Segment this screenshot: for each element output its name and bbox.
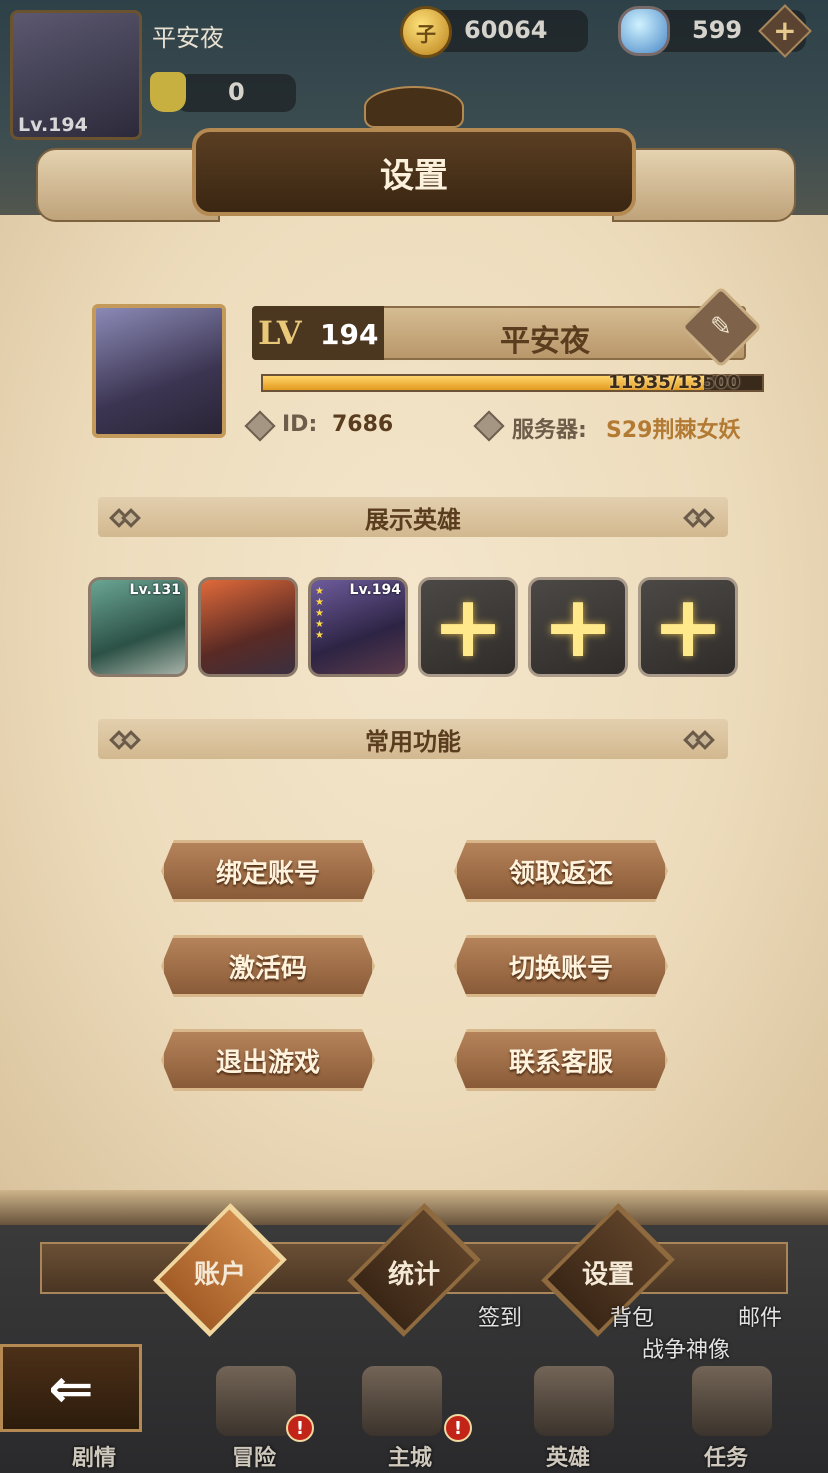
- back-button[interactable]: ⇐: [0, 1344, 142, 1432]
- button-label: 切换账号: [508, 953, 613, 984]
- player-id: 7686: [332, 412, 394, 437]
- tab-stats[interactable]: 统计: [344, 1203, 484, 1337]
- banner-ornament: [364, 86, 464, 128]
- gem-amount: 599: [692, 16, 743, 44]
- scroll-icon[interactable]: [692, 1366, 772, 1436]
- hero-slot-empty-5[interactable]: +: [528, 577, 628, 677]
- alert-icon: !: [286, 1414, 314, 1442]
- gold-coin-icon: 子: [400, 6, 452, 58]
- plus-icon: +: [541, 577, 615, 677]
- back-arrow-icon: ⇐: [48, 1356, 94, 1420]
- nav-heroes[interactable]: 英雄: [546, 1440, 590, 1472]
- nav-story[interactable]: 剧情: [72, 1440, 116, 1472]
- profile-name: 平安夜: [500, 324, 590, 359]
- hero-slot-1[interactable]: Lv.131: [88, 577, 188, 677]
- profile-level: 194: [320, 318, 379, 351]
- ornament-icon: [109, 507, 144, 529]
- hero-slot-2[interactable]: [198, 577, 298, 677]
- hero-level: Lv.131: [129, 582, 181, 598]
- plus-icon: +: [651, 577, 725, 677]
- button-label: 联系客服: [508, 1047, 613, 1078]
- war-statue-label[interactable]: 战争神像: [642, 1332, 730, 1364]
- exit-game-button[interactable]: 退出游戏: [161, 1029, 375, 1091]
- signin-label[interactable]: 签到: [478, 1300, 522, 1332]
- quill-icon: ✎: [710, 311, 732, 342]
- plus-icon: +: [431, 577, 505, 677]
- hero-slot-3[interactable]: ★ ★ ★ ★ ★ Lv.194: [308, 577, 408, 677]
- hero-level: Lv.194: [349, 582, 401, 598]
- tab-label: 统计: [387, 1260, 440, 1290]
- hero-slot-empty-4[interactable]: +: [418, 577, 518, 677]
- crossed-swords-icon[interactable]: [216, 1366, 296, 1436]
- section-header-heroes: 展示英雄: [98, 497, 728, 537]
- helmet-icon[interactable]: [534, 1366, 614, 1436]
- ornament-icon: [683, 729, 718, 751]
- nav-adventure[interactable]: 冒险: [232, 1440, 276, 1472]
- alert-icon: !: [444, 1414, 472, 1442]
- ornament-icon: [109, 729, 144, 751]
- claim-rebate-button[interactable]: 领取返还: [454, 840, 668, 902]
- fist-count: 0: [228, 78, 245, 106]
- player-name: 平安夜: [152, 24, 224, 52]
- activation-code-button[interactable]: 激活码: [161, 935, 375, 997]
- section-header-functions: 常用功能: [98, 719, 728, 759]
- page-title-plate: 设置: [192, 128, 636, 216]
- server-label: 服务器:: [512, 418, 587, 443]
- tab-account[interactable]: 账户: [150, 1203, 290, 1337]
- button-label: 激活码: [228, 953, 307, 984]
- switch-account-button[interactable]: 切换账号: [454, 935, 668, 997]
- section-title-functions: 常用功能: [365, 727, 461, 756]
- lv-label: LV: [258, 314, 302, 352]
- star-rating-icon: ★ ★ ★ ★ ★: [315, 586, 324, 641]
- page-title: 设置: [380, 155, 448, 196]
- tab-label: 设置: [581, 1260, 634, 1290]
- gem-icon: [618, 6, 670, 56]
- nav-main-city[interactable]: 主城: [388, 1440, 432, 1472]
- button-label: 绑定账号: [215, 858, 320, 889]
- player-level: Lv.194: [18, 114, 88, 136]
- nav-tasks[interactable]: 任务: [704, 1440, 748, 1472]
- tab-settings[interactable]: 设置: [538, 1203, 678, 1337]
- tab-label: 账户: [193, 1260, 246, 1290]
- bind-account-button[interactable]: 绑定账号: [161, 840, 375, 902]
- exp-text: 11935/13500: [608, 372, 740, 393]
- bag-label[interactable]: 背包: [610, 1300, 654, 1332]
- button-label: 领取返还: [508, 858, 613, 889]
- button-label: 退出游戏: [215, 1047, 320, 1078]
- id-label: ID:: [282, 412, 318, 437]
- fist-icon: [150, 72, 186, 112]
- mail-label[interactable]: 邮件: [738, 1300, 782, 1332]
- castle-icon[interactable]: [362, 1366, 442, 1436]
- server-name: S29荆棘女妖: [606, 418, 741, 443]
- profile-portrait[interactable]: [92, 304, 226, 438]
- banner-ribbon-right: [612, 148, 796, 222]
- gold-amount: 60064: [464, 16, 548, 44]
- plus-icon: +: [773, 14, 797, 47]
- hero-slot-empty-6[interactable]: +: [638, 577, 738, 677]
- ornament-icon: [683, 507, 718, 529]
- section-title-heroes: 展示英雄: [365, 505, 461, 534]
- contact-support-button[interactable]: 联系客服: [454, 1029, 668, 1091]
